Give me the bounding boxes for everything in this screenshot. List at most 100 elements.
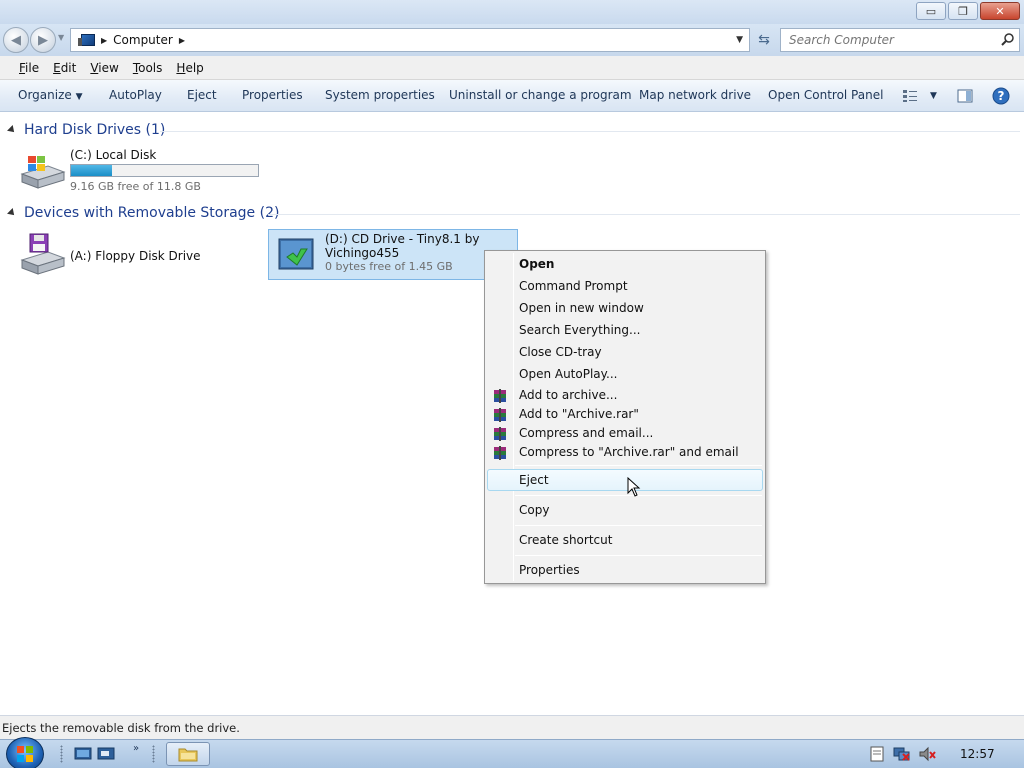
menu-view-label: iew xyxy=(98,60,119,75)
taskbar-explorer-button[interactable] xyxy=(166,742,210,766)
show-desktop-icon[interactable] xyxy=(74,747,92,761)
folder-icon xyxy=(178,748,198,762)
context-menu-separator xyxy=(515,525,762,526)
group-removable-storage[interactable]: Devices with Removable Storage (2) xyxy=(7,205,280,221)
winrar-icon xyxy=(494,427,506,441)
hard-disk-icon xyxy=(20,156,66,189)
context-menu-separator xyxy=(515,465,762,466)
group-title: Devices with Removable Storage (2) xyxy=(24,205,280,221)
ctx-compress-rar-and-email[interactable]: Compress to "Archive.rar" and email xyxy=(519,445,739,459)
ctx-add-to-archive-rar[interactable]: Add to "Archive.rar" xyxy=(519,407,639,421)
search-input[interactable] xyxy=(789,33,989,47)
menu-tools-label: ools xyxy=(138,60,163,75)
taskbar-grip[interactable] xyxy=(152,745,155,763)
ctx-close-cd-tray[interactable]: Close CD-tray xyxy=(519,345,602,359)
svg-text:?: ? xyxy=(998,89,1005,103)
ctx-search-everything[interactable]: Search Everything... xyxy=(519,323,640,337)
winrar-icon xyxy=(494,389,506,403)
taskbar-grip[interactable] xyxy=(60,745,63,763)
context-menu-gutter xyxy=(513,253,514,581)
tray-volume-icon[interactable] xyxy=(918,746,936,762)
quicklaunch-chevron-icon[interactable]: » xyxy=(133,743,139,754)
collapse-arrow-icon[interactable] xyxy=(7,208,17,218)
preview-pane-button[interactable] xyxy=(957,86,973,106)
computer-icon xyxy=(78,34,95,46)
status-text: Ejects the removable disk from the drive… xyxy=(2,721,240,735)
system-properties-button[interactable]: System properties xyxy=(325,88,435,102)
ctx-command-prompt[interactable]: Command Prompt xyxy=(519,279,628,293)
autoplay-button[interactable]: AutoPlay xyxy=(109,88,162,102)
menu-edit-label: dit xyxy=(60,60,77,75)
drive-d-selected[interactable]: (D:) CD Drive - Tiny8.1 by Vichingo455 0… xyxy=(268,229,518,280)
tray-network-icon[interactable] xyxy=(893,746,911,762)
floppy-drive-icon xyxy=(20,233,66,275)
collapse-arrow-icon[interactable] xyxy=(7,125,17,135)
drive-a[interactable]: (A:) Floppy Disk Drive xyxy=(18,232,201,276)
search-box[interactable] xyxy=(780,28,1020,52)
switch-windows-icon[interactable] xyxy=(97,747,115,761)
winrar-icon xyxy=(494,408,506,422)
forward-button[interactable]: ▶ xyxy=(30,27,56,53)
back-button[interactable]: ◀ xyxy=(3,27,29,53)
menu-edit[interactable]: Edit xyxy=(46,61,83,75)
organize-button[interactable]: Organize ▼ xyxy=(18,88,83,102)
chevron-down-icon: ▼ xyxy=(75,92,83,102)
windows-logo-icon xyxy=(17,746,33,762)
menu-edit-accel: E xyxy=(53,60,61,75)
group-hard-disk-drives[interactable]: Hard Disk Drives (1) xyxy=(7,122,165,138)
menu-help[interactable]: Help xyxy=(169,61,210,75)
back-arrow-icon: ◀ xyxy=(11,32,21,48)
tray-document-icon[interactable] xyxy=(870,746,884,762)
ctx-eject[interactable]: Eject xyxy=(519,473,549,487)
preview-pane-icon xyxy=(957,89,973,103)
breadcrumb-arrow-icon[interactable]: ▶ xyxy=(179,36,185,45)
group-divider xyxy=(268,214,1020,215)
help-icon: ? xyxy=(992,87,1010,105)
address-dropdown-icon[interactable]: ▼ xyxy=(736,35,743,45)
ctx-copy[interactable]: Copy xyxy=(519,503,549,517)
menu-tools[interactable]: Tools xyxy=(126,61,170,75)
recent-pages-dropdown-icon[interactable]: ▼ xyxy=(58,33,64,42)
menu-view[interactable]: View xyxy=(83,61,125,75)
breadcrumb-computer[interactable]: Computer xyxy=(113,33,173,47)
ctx-properties[interactable]: Properties xyxy=(519,563,580,577)
menu-file-label: ile xyxy=(25,60,40,75)
refresh-icon: ⇆ xyxy=(758,32,770,48)
restore-button[interactable]: ❐ xyxy=(948,2,978,20)
drive-free-space: 0 bytes free of 1.45 GB xyxy=(325,260,453,273)
ctx-open-autoplay[interactable]: Open AutoPlay... xyxy=(519,367,617,381)
view-dropdown-icon[interactable]: ▼ xyxy=(930,91,937,101)
drive-name: (C:) Local Disk xyxy=(70,148,157,162)
menu-file[interactable]: File xyxy=(12,61,46,75)
menu-help-label: elp xyxy=(185,60,204,75)
close-button[interactable]: ✕ xyxy=(980,2,1020,20)
open-control-panel-button[interactable]: Open Control Panel xyxy=(768,88,883,102)
context-menu-separator xyxy=(515,555,762,556)
eject-button[interactable]: Eject xyxy=(187,88,217,102)
map-network-drive-button[interactable]: Map network drive xyxy=(639,88,751,102)
ctx-add-to-archive[interactable]: Add to archive... xyxy=(519,388,617,402)
ctx-create-shortcut[interactable]: Create shortcut xyxy=(519,533,612,547)
minimize-button[interactable]: ▭ xyxy=(916,2,946,20)
ctx-compress-and-email[interactable]: Compress and email... xyxy=(519,426,653,440)
refresh-button[interactable]: ⇆ xyxy=(752,28,776,52)
winrar-icon xyxy=(494,446,506,460)
drive-name-line1: (D:) CD Drive - Tiny8.1 by xyxy=(325,232,480,246)
drive-name: (A:) Floppy Disk Drive xyxy=(70,249,201,263)
drive-free-space: 9.16 GB free of 11.8 GB xyxy=(70,180,201,193)
status-bar: Ejects the removable disk from the drive… xyxy=(0,715,1024,739)
ctx-open[interactable]: Open xyxy=(519,257,554,271)
drive-c[interactable]: (C:) Local Disk 9.16 GB free of 11.8 GB xyxy=(18,148,259,194)
uninstall-program-button[interactable]: Uninstall or change a program xyxy=(449,88,632,102)
drive-name-line2: Vichingo455 xyxy=(325,246,400,260)
start-button[interactable] xyxy=(6,737,44,768)
address-bar[interactable]: ▶ Computer ▶ ▼ xyxy=(70,28,750,52)
group-divider xyxy=(160,131,1020,132)
ctx-open-new-window[interactable]: Open in new window xyxy=(519,301,644,315)
help-button[interactable]: ? xyxy=(992,86,1010,106)
properties-button[interactable]: Properties xyxy=(242,88,303,102)
taskbar-clock[interactable]: 12:57 xyxy=(960,747,995,761)
search-icon[interactable] xyxy=(1001,32,1015,46)
change-view-button[interactable]: ▼ xyxy=(902,86,937,106)
breadcrumb-arrow-icon[interactable]: ▶ xyxy=(101,36,107,45)
